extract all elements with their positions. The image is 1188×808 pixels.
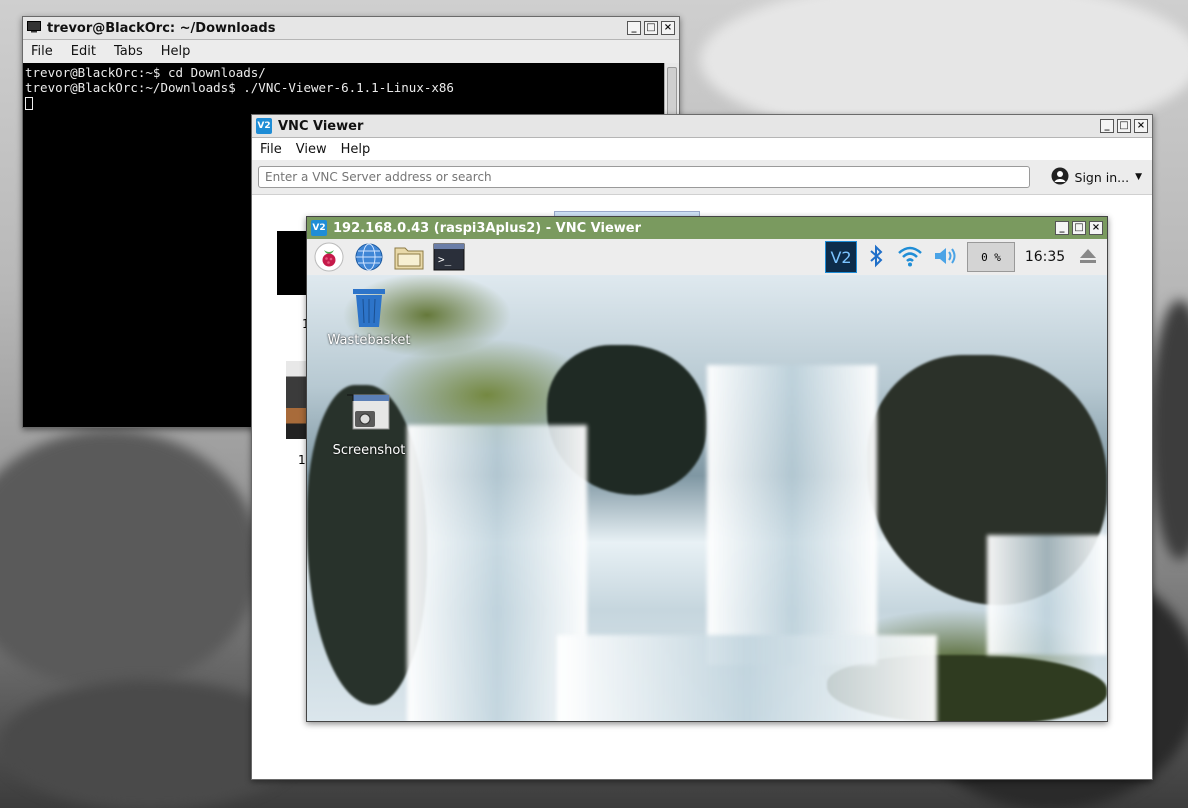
clock[interactable]: 16:35: [1021, 249, 1069, 265]
screenshot-label: Screenshot: [332, 443, 406, 458]
menu-help[interactable]: Help: [341, 142, 371, 157]
menu-file[interactable]: File: [260, 142, 282, 157]
web-browser-button[interactable]: [353, 242, 385, 272]
terminal-title: trevor@BlackOrc: ~/Downloads: [47, 20, 276, 36]
terminal-button[interactable]: >_: [433, 242, 465, 272]
vnc-server-tray-icon[interactable]: V2: [825, 241, 857, 273]
raspberry-menu-button[interactable]: [313, 242, 345, 272]
wastebasket-desktop-icon[interactable]: Wastebasket: [321, 285, 417, 348]
terminal-menubar: File Edit Tabs Help: [23, 40, 679, 62]
remote-session-titlebar[interactable]: V2 192.168.0.43 (raspi3Aplus2) - VNC Vie…: [307, 217, 1107, 240]
svg-text:>_: >_: [438, 253, 452, 266]
maximize-button[interactable]: □: [1072, 221, 1086, 235]
maximize-button[interactable]: □: [1117, 119, 1131, 133]
close-button[interactable]: ×: [661, 21, 675, 35]
wastebasket-label: Wastebasket: [327, 333, 411, 348]
terminal-line: trevor@BlackOrc:~/Downloads$ ./VNC-Viewe…: [25, 80, 454, 95]
vnc-logo-icon: V2: [256, 118, 272, 134]
vnc-address-input[interactable]: [258, 166, 1030, 188]
folder-icon: [394, 247, 424, 270]
vnc-viewer-title: VNC Viewer: [278, 118, 364, 134]
menu-file[interactable]: File: [31, 44, 53, 59]
terminal-line: trevor@BlackOrc:~$ cd Downloads/: [25, 65, 266, 80]
menu-help[interactable]: Help: [161, 44, 191, 59]
sign-in-button[interactable]: Sign in... ▼: [1051, 167, 1142, 188]
menu-tabs[interactable]: Tabs: [114, 44, 143, 59]
vnc-viewer-titlebar[interactable]: V2 VNC Viewer _ □ ×: [252, 115, 1152, 138]
terminal-icon: [27, 20, 41, 36]
remote-session-window[interactable]: V2 192.168.0.43 (raspi3Aplus2) - VNC Vie…: [306, 216, 1108, 722]
sign-in-label: Sign in...: [1074, 169, 1130, 185]
eject-icon[interactable]: [1075, 247, 1101, 268]
terminal-cursor: [25, 97, 33, 110]
connection-thumbnail[interactable]: [286, 361, 308, 439]
vnc-viewer-menubar: File View Help: [252, 138, 1152, 160]
wastebasket-icon: [353, 289, 385, 327]
menu-view[interactable]: View: [296, 142, 327, 157]
minimize-button[interactable]: _: [1055, 221, 1069, 235]
maximize-button[interactable]: □: [644, 21, 658, 35]
vnc-logo-icon: V2: [311, 220, 327, 236]
file-manager-button[interactable]: [393, 242, 425, 272]
remote-desktop-wallpaper[interactable]: Wastebasket Screenshot: [307, 275, 1107, 721]
wifi-icon[interactable]: [895, 245, 925, 270]
close-button[interactable]: ×: [1089, 221, 1103, 235]
screenshot-icon: [347, 394, 390, 430]
chevron-down-icon: ▼: [1135, 172, 1142, 182]
screenshot-desktop-icon[interactable]: Screenshot: [321, 393, 417, 458]
user-icon: [1051, 167, 1069, 188]
menu-edit[interactable]: Edit: [71, 44, 96, 59]
volume-icon[interactable]: [931, 246, 961, 269]
raspberry-icon: [314, 242, 344, 272]
bluetooth-icon[interactable]: [863, 244, 889, 271]
address-toolbar: Sign in... ▼: [252, 160, 1152, 195]
minimize-button[interactable]: _: [1100, 119, 1114, 133]
remote-session-title: 192.168.0.43 (raspi3Aplus2) - VNC Viewer: [333, 220, 642, 236]
close-button[interactable]: ×: [1134, 119, 1148, 133]
cpu-usage-monitor[interactable]: 0 %: [967, 242, 1015, 272]
terminal-icon: >_: [433, 243, 465, 271]
globe-icon: [355, 243, 383, 271]
terminal-titlebar[interactable]: trevor@BlackOrc: ~/Downloads _ □ ×: [23, 17, 679, 40]
raspberry-pi-taskbar: >_ V2 0 % 16:35: [307, 239, 1107, 275]
minimize-button[interactable]: _: [627, 21, 641, 35]
